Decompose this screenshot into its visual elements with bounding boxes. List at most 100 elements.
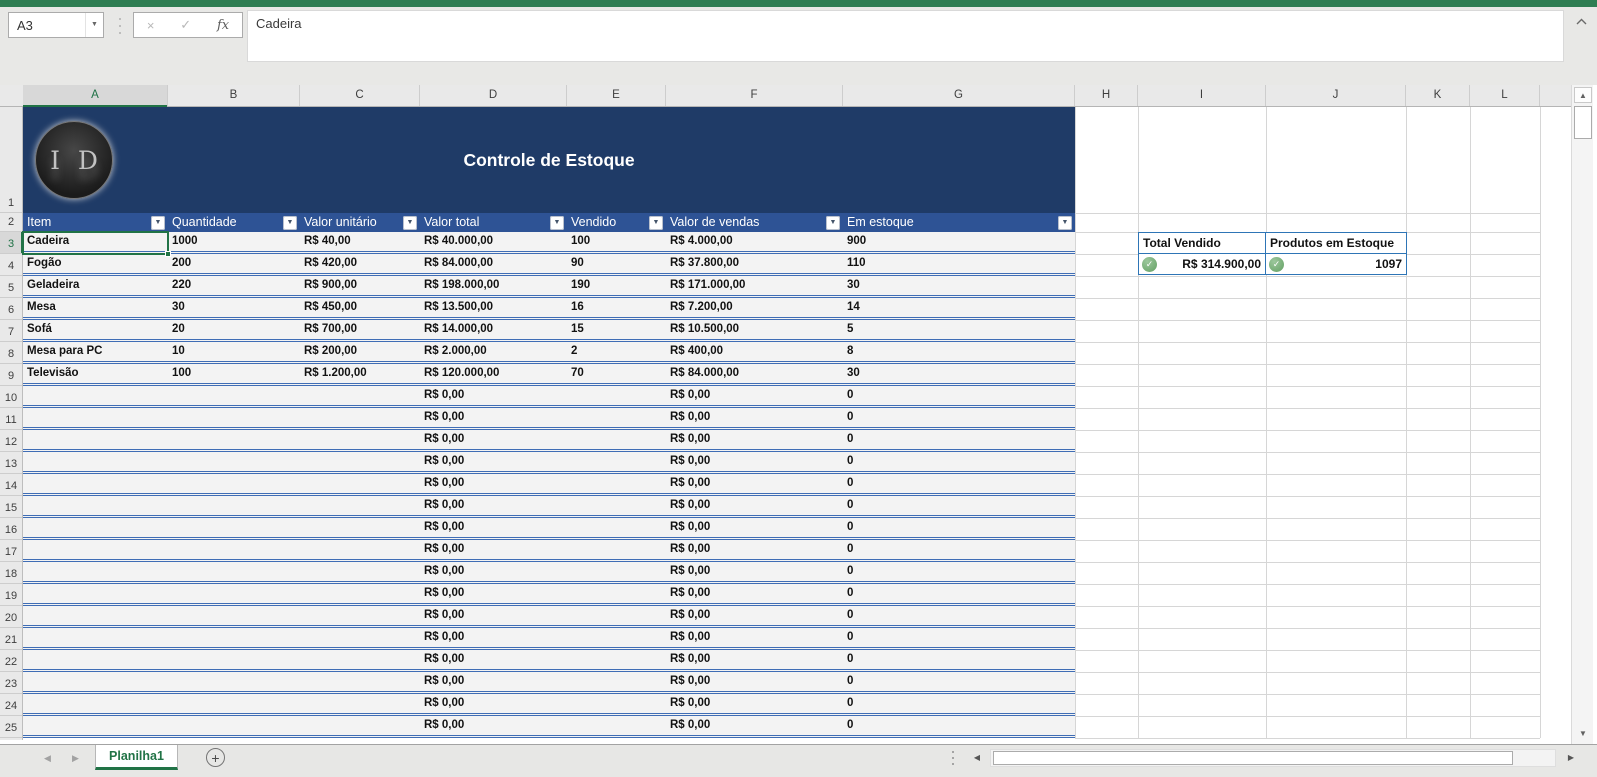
cell-C25[interactable]	[300, 716, 420, 735]
cell-A25[interactable]	[23, 716, 168, 735]
cell-G4[interactable]: 110	[843, 254, 1075, 273]
cell-C7[interactable]: R$ 700,00	[300, 320, 420, 339]
cell-A21[interactable]	[23, 628, 168, 647]
cell-F10[interactable]: R$ 0,00	[666, 386, 843, 405]
cell-B9[interactable]: 100	[168, 364, 300, 383]
cell-A4[interactable]: Fogão	[23, 254, 168, 273]
cell-C9[interactable]: R$ 1.200,00	[300, 364, 420, 383]
row-header-17[interactable]: 17	[0, 540, 22, 562]
cell-E15[interactable]	[567, 496, 666, 515]
cell-E18[interactable]	[567, 562, 666, 581]
cell-A9[interactable]: Televisão	[23, 364, 168, 383]
cell-A6[interactable]: Mesa	[23, 298, 168, 317]
cell-A10[interactable]	[23, 386, 168, 405]
cell-G17[interactable]: 0	[843, 540, 1075, 559]
row-header-19[interactable]: 19	[0, 584, 22, 606]
column-header-c[interactable]: C	[300, 85, 420, 106]
cell-G22[interactable]: 0	[843, 650, 1075, 669]
cell-B15[interactable]	[168, 496, 300, 515]
row-header-8[interactable]: 8	[0, 342, 22, 364]
cell-B19[interactable]	[168, 584, 300, 603]
formula-bar-input[interactable]: Cadeira	[247, 10, 1564, 62]
cell-A18[interactable]	[23, 562, 168, 581]
cell-E21[interactable]	[567, 628, 666, 647]
column-header-k[interactable]: K	[1406, 85, 1470, 106]
cell-F20[interactable]: R$ 0,00	[666, 606, 843, 625]
cell-B23[interactable]	[168, 672, 300, 691]
filter-dropdown-icon[interactable]: ▼	[649, 215, 663, 230]
cell-G3[interactable]: 900	[843, 232, 1075, 251]
row-header-14[interactable]: 14	[0, 474, 22, 496]
cell-B7[interactable]: 20	[168, 320, 300, 339]
insert-function-icon[interactable]: fx	[217, 18, 229, 33]
cell-B17[interactable]	[168, 540, 300, 559]
row-header-6[interactable]: 6	[0, 298, 22, 320]
cell-G12[interactable]: 0	[843, 430, 1075, 449]
cell-D16[interactable]: R$ 0,00	[420, 518, 567, 537]
chevron-down-icon[interactable]: ▼	[85, 13, 103, 37]
cell-D25[interactable]: R$ 0,00	[420, 716, 567, 735]
cell-E16[interactable]	[567, 518, 666, 537]
cell-D18[interactable]: R$ 0,00	[420, 562, 567, 581]
row-header-18[interactable]: 18	[0, 562, 22, 584]
scroll-up-icon[interactable]: ▲	[1574, 87, 1592, 103]
confirm-icon[interactable]: ✓	[180, 17, 191, 33]
cell-F7[interactable]: R$ 10.500,00	[666, 320, 843, 339]
cell-F25[interactable]: R$ 0,00	[666, 716, 843, 735]
cell-F17[interactable]: R$ 0,00	[666, 540, 843, 559]
cell-F23[interactable]: R$ 0,00	[666, 672, 843, 691]
cell-G11[interactable]: 0	[843, 408, 1075, 427]
cell-C3[interactable]: R$ 40,00	[300, 232, 420, 251]
cell-D19[interactable]: R$ 0,00	[420, 584, 567, 603]
column-header-e[interactable]: E	[567, 85, 666, 106]
cell-B3[interactable]: 1000	[168, 232, 300, 251]
cell-G20[interactable]: 0	[843, 606, 1075, 625]
column-header-h[interactable]: H	[1075, 85, 1138, 106]
cell-E9[interactable]: 70	[567, 364, 666, 383]
cell-B11[interactable]	[168, 408, 300, 427]
row-header-24[interactable]: 24	[0, 694, 22, 716]
cell-E3[interactable]: 100	[567, 232, 666, 251]
column-header-i[interactable]: I	[1138, 85, 1266, 106]
cell-C19[interactable]	[300, 584, 420, 603]
column-header-g[interactable]: G	[843, 85, 1075, 106]
cell-D15[interactable]: R$ 0,00	[420, 496, 567, 515]
column-header-l[interactable]: L	[1470, 85, 1540, 106]
formula-bar-collapse-icon[interactable]	[1572, 14, 1590, 28]
cell-G5[interactable]: 30	[843, 276, 1075, 295]
cell-B5[interactable]: 220	[168, 276, 300, 295]
name-box[interactable]: A3 ▼	[8, 12, 104, 38]
cell-F8[interactable]: R$ 400,00	[666, 342, 843, 361]
row-header-12[interactable]: 12	[0, 430, 22, 452]
cell-C15[interactable]	[300, 496, 420, 515]
cell-C11[interactable]	[300, 408, 420, 427]
column-header-d[interactable]: D	[420, 85, 567, 106]
cell-F6[interactable]: R$ 7.200,00	[666, 298, 843, 317]
cell-E19[interactable]	[567, 584, 666, 603]
cell-B18[interactable]	[168, 562, 300, 581]
cell-G19[interactable]: 0	[843, 584, 1075, 603]
cell-C21[interactable]	[300, 628, 420, 647]
row-header-20[interactable]: 20	[0, 606, 22, 628]
cell-G21[interactable]: 0	[843, 628, 1075, 647]
sheet-tab-planilha1[interactable]: Planilha1	[95, 745, 178, 770]
cell-F24[interactable]: R$ 0,00	[666, 694, 843, 713]
cell-E14[interactable]	[567, 474, 666, 493]
cell-C23[interactable]	[300, 672, 420, 691]
cell-E11[interactable]	[567, 408, 666, 427]
cell-C5[interactable]: R$ 900,00	[300, 276, 420, 295]
row-header-3[interactable]: 3	[0, 232, 23, 254]
cell-F19[interactable]: R$ 0,00	[666, 584, 843, 603]
cell-F21[interactable]: R$ 0,00	[666, 628, 843, 647]
cell-E17[interactable]	[567, 540, 666, 559]
cell-C12[interactable]	[300, 430, 420, 449]
cell-G6[interactable]: 14	[843, 298, 1075, 317]
cell-G10[interactable]: 0	[843, 386, 1075, 405]
cell-F5[interactable]: R$ 171.000,00	[666, 276, 843, 295]
row-header-11[interactable]: 11	[0, 408, 22, 430]
cell-D12[interactable]: R$ 0,00	[420, 430, 567, 449]
cell-D21[interactable]: R$ 0,00	[420, 628, 567, 647]
cell-A14[interactable]	[23, 474, 168, 493]
filter-dropdown-icon[interactable]: ▼	[403, 215, 417, 230]
cell-A15[interactable]	[23, 496, 168, 515]
